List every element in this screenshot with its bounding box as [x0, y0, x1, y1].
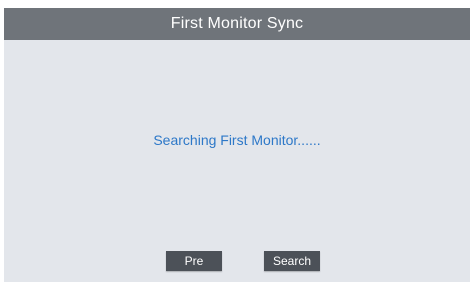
- search-status-text: Searching First Monitor......: [153, 132, 321, 148]
- pre-button[interactable]: Pre: [166, 251, 222, 271]
- monitor-sync-screen: First Monitor Sync Searching First Monit…: [4, 8, 470, 282]
- title-bar: First Monitor Sync: [4, 8, 470, 40]
- search-button[interactable]: Search: [264, 251, 320, 271]
- page-title: First Monitor Sync: [170, 15, 304, 32]
